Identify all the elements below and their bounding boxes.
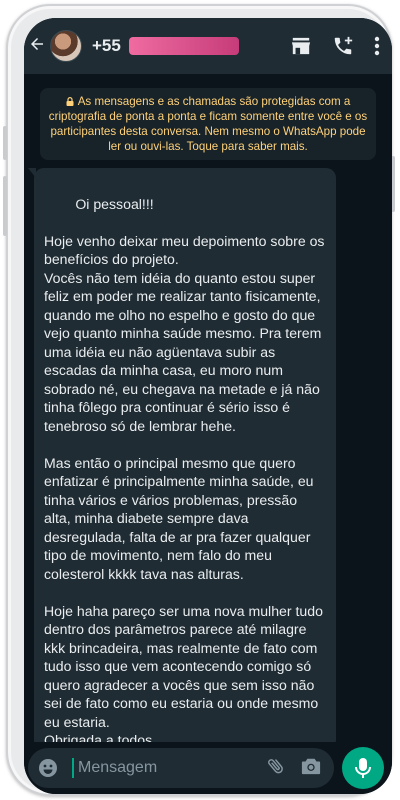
store-icon[interactable] <box>290 36 312 56</box>
emoji-icon[interactable] <box>38 758 58 778</box>
encryption-notice-text: As mensagens e as chamadas são protegida… <box>48 95 368 153</box>
more-vertical-icon[interactable] <box>374 36 380 56</box>
lock-icon <box>66 97 74 106</box>
message-bubble[interactable]: Oi pessoal!!! Hoje venho deixar meu depo… <box>28 168 336 750</box>
attach-icon[interactable] <box>266 756 286 781</box>
message-input[interactable]: Mensagem <box>78 759 157 777</box>
avatar[interactable] <box>50 30 82 62</box>
camera-icon[interactable] <box>300 756 322 781</box>
encryption-notice[interactable]: As mensagens e as chamadas são protegida… <box>40 88 376 160</box>
contact-name[interactable]: +55 <box>92 36 121 56</box>
chat-area[interactable]: As mensagens e as chamadas são protegida… <box>24 74 392 750</box>
redacted-number <box>128 37 239 55</box>
arrow-left-icon[interactable] <box>28 35 48 57</box>
composer: Mensagem <box>24 742 392 794</box>
voice-record-button[interactable] <box>342 747 384 789</box>
message-input-container[interactable]: Mensagem <box>28 748 334 788</box>
header-actions <box>290 35 380 57</box>
chat-header: +55 <box>24 18 392 74</box>
text-caret <box>72 758 74 778</box>
side-button <box>3 176 7 236</box>
mic-icon <box>355 758 371 778</box>
message-text: Oi pessoal!!! Hoje venho deixar meu depo… <box>44 195 325 749</box>
screen: +55 As mensagens e as chamadas são prote… <box>24 18 392 794</box>
phone-frame: +55 As mensagens e as chamadas são prote… <box>3 4 395 796</box>
call-add-icon[interactable] <box>332 35 354 57</box>
side-button <box>3 126 7 160</box>
